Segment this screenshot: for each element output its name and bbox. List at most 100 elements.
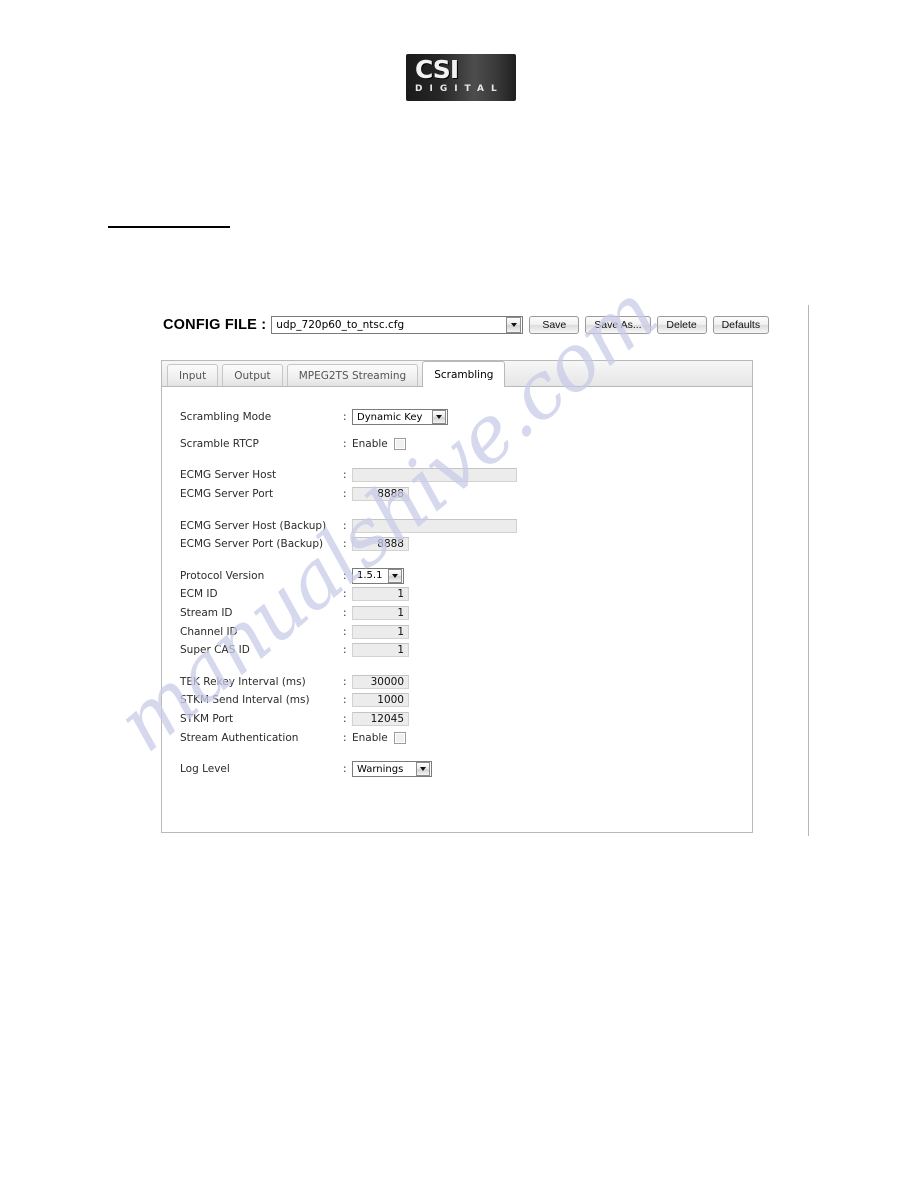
log-level-value: Warnings bbox=[357, 763, 404, 775]
field-colon: : bbox=[343, 625, 347, 638]
csi-digital-logo: CSI DIGITAL bbox=[406, 54, 516, 101]
field-ecmg-server-host: ECMG Server Host : bbox=[180, 466, 600, 485]
ecm-id-label: ECM ID bbox=[180, 588, 218, 601]
field-colon: : bbox=[343, 569, 347, 582]
tab-scrambling[interactable]: Scrambling bbox=[422, 361, 506, 387]
delete-button[interactable]: Delete bbox=[656, 316, 707, 334]
stream-authentication-enable-group: Enable bbox=[352, 731, 406, 744]
save-as-button[interactable]: Save As... bbox=[585, 316, 651, 334]
field-stream-authentication: Stream Authentication : Enable bbox=[180, 728, 600, 747]
field-colon: : bbox=[343, 675, 347, 688]
ecmg-server-port-backup-input[interactable]: 8888 bbox=[352, 537, 409, 552]
field-ecmg-server-port: ECMG Server Port : 8888 bbox=[180, 485, 600, 504]
field-ecmg-server-host-backup: ECMG Server Host (Backup) : bbox=[180, 516, 600, 535]
field-colon: : bbox=[343, 731, 347, 744]
chevron-down-icon[interactable] bbox=[416, 762, 430, 777]
field-stkm-send-interval: STKM Send Interval (ms) : 1000 bbox=[180, 691, 600, 710]
ecmg-server-host-backup-label: ECMG Server Host (Backup) bbox=[180, 519, 327, 532]
scrambling-form: Scrambling Mode : Dynamic Key Scramble R… bbox=[180, 408, 600, 779]
scramble-rtcp-enable-label: Enable bbox=[352, 437, 388, 450]
field-protocol-version: Protocol Version : 1.5.1 bbox=[180, 567, 600, 586]
save-button[interactable]: Save bbox=[529, 316, 580, 334]
stream-authentication-label: Stream Authentication bbox=[180, 731, 299, 744]
field-colon: : bbox=[343, 411, 347, 424]
log-level-label: Log Level bbox=[180, 763, 230, 776]
channel-id-input[interactable]: 1 bbox=[352, 624, 409, 639]
scramble-rtcp-label: Scramble RTCP bbox=[180, 437, 259, 450]
field-colon: : bbox=[343, 588, 347, 601]
field-ecm-id: ECM ID : 1 bbox=[180, 585, 600, 604]
field-colon: : bbox=[343, 607, 347, 620]
stream-authentication-enable-label: Enable bbox=[352, 731, 388, 744]
logo-primary-text: CSI bbox=[415, 55, 459, 84]
stkm-send-interval-input[interactable]: 1000 bbox=[352, 693, 409, 708]
ecmg-server-host-input[interactable] bbox=[352, 468, 517, 483]
field-colon: : bbox=[343, 519, 347, 532]
scramble-rtcp-checkbox[interactable] bbox=[393, 437, 406, 450]
ecmg-server-port-input[interactable]: 8888 bbox=[352, 487, 409, 502]
scramble-rtcp-enable-group: Enable bbox=[352, 437, 406, 450]
field-super-cas-id: Super CAS ID : 1 bbox=[180, 641, 600, 660]
scrambling-mode-select[interactable]: Dynamic Key bbox=[352, 409, 448, 426]
field-channel-id: Channel ID : 1 bbox=[180, 622, 600, 641]
protocol-version-select[interactable]: 1.5.1 bbox=[352, 567, 404, 584]
field-colon: : bbox=[343, 437, 347, 450]
config-file-select[interactable]: udp_720p60_to_ntsc.cfg bbox=[271, 316, 524, 334]
field-log-level: Log Level : Warnings bbox=[180, 760, 600, 779]
page-right-divider bbox=[808, 305, 809, 836]
stkm-port-input[interactable]: 12045 bbox=[352, 712, 409, 727]
field-ecmg-server-port-backup: ECMG Server Port (Backup) : 8888 bbox=[180, 535, 600, 554]
scrambling-mode-value: Dynamic Key bbox=[357, 411, 423, 423]
logo-secondary-text: DIGITAL bbox=[415, 84, 504, 94]
section-heading-rule bbox=[108, 226, 230, 228]
field-colon: : bbox=[343, 644, 347, 657]
tek-rekey-interval-input[interactable]: 30000 bbox=[352, 674, 409, 689]
field-tek-rekey-interval: TEK Rekey Interval (ms) : 30000 bbox=[180, 673, 600, 692]
tab-mpeg2ts-streaming[interactable]: MPEG2TS Streaming bbox=[286, 364, 419, 386]
field-colon: : bbox=[343, 469, 347, 482]
super-cas-id-input[interactable]: 1 bbox=[352, 643, 409, 658]
stream-authentication-checkbox[interactable] bbox=[393, 731, 406, 744]
field-colon: : bbox=[343, 713, 347, 726]
log-level-select[interactable]: Warnings bbox=[352, 761, 432, 778]
ecmg-server-port-label: ECMG Server Port bbox=[180, 488, 274, 501]
field-colon: : bbox=[343, 694, 347, 707]
channel-id-label: Channel ID bbox=[180, 625, 238, 638]
config-file-selected-value: udp_720p60_to_ntsc.cfg bbox=[276, 319, 405, 331]
chevron-down-icon[interactable] bbox=[388, 568, 402, 583]
chevron-down-icon[interactable] bbox=[506, 317, 522, 333]
tab-bar: Input Output MPEG2TS Streaming Scramblin… bbox=[161, 360, 753, 387]
stkm-send-interval-label: STKM Send Interval (ms) bbox=[180, 694, 310, 707]
stkm-port-label: STKM Port bbox=[180, 713, 234, 726]
stream-id-input[interactable]: 1 bbox=[352, 606, 409, 621]
field-colon: : bbox=[343, 538, 347, 551]
config-file-label: CONFIG FILE : bbox=[163, 317, 267, 333]
protocol-version-value: 1.5.1 bbox=[357, 570, 383, 582]
protocol-version-label: Protocol Version bbox=[180, 569, 265, 582]
tab-output[interactable]: Output bbox=[222, 364, 283, 386]
field-scrambling-mode: Scrambling Mode : Dynamic Key bbox=[180, 408, 600, 427]
ecmg-server-host-backup-input[interactable] bbox=[352, 518, 517, 533]
tek-rekey-interval-label: TEK Rekey Interval (ms) bbox=[180, 675, 306, 688]
super-cas-id-label: Super CAS ID bbox=[180, 644, 250, 657]
field-stkm-port: STKM Port : 12045 bbox=[180, 710, 600, 729]
field-colon: : bbox=[343, 488, 347, 501]
ecmg-server-port-backup-label: ECMG Server Port (Backup) bbox=[180, 538, 324, 551]
ecmg-server-host-label: ECMG Server Host bbox=[180, 469, 277, 482]
config-file-bar: CONFIG FILE : udp_720p60_to_ntsc.cfg Sav… bbox=[163, 314, 775, 336]
defaults-button[interactable]: Defaults bbox=[712, 316, 770, 334]
stream-id-label: Stream ID bbox=[180, 607, 233, 620]
field-stream-id: Stream ID : 1 bbox=[180, 604, 600, 623]
field-colon: : bbox=[343, 763, 347, 776]
scrambling-mode-label: Scrambling Mode bbox=[180, 411, 272, 424]
tab-input[interactable]: Input bbox=[167, 364, 219, 386]
ecm-id-input[interactable]: 1 bbox=[352, 587, 409, 602]
chevron-down-icon[interactable] bbox=[432, 410, 446, 425]
field-scramble-rtcp: Scramble RTCP : Enable bbox=[180, 435, 600, 454]
